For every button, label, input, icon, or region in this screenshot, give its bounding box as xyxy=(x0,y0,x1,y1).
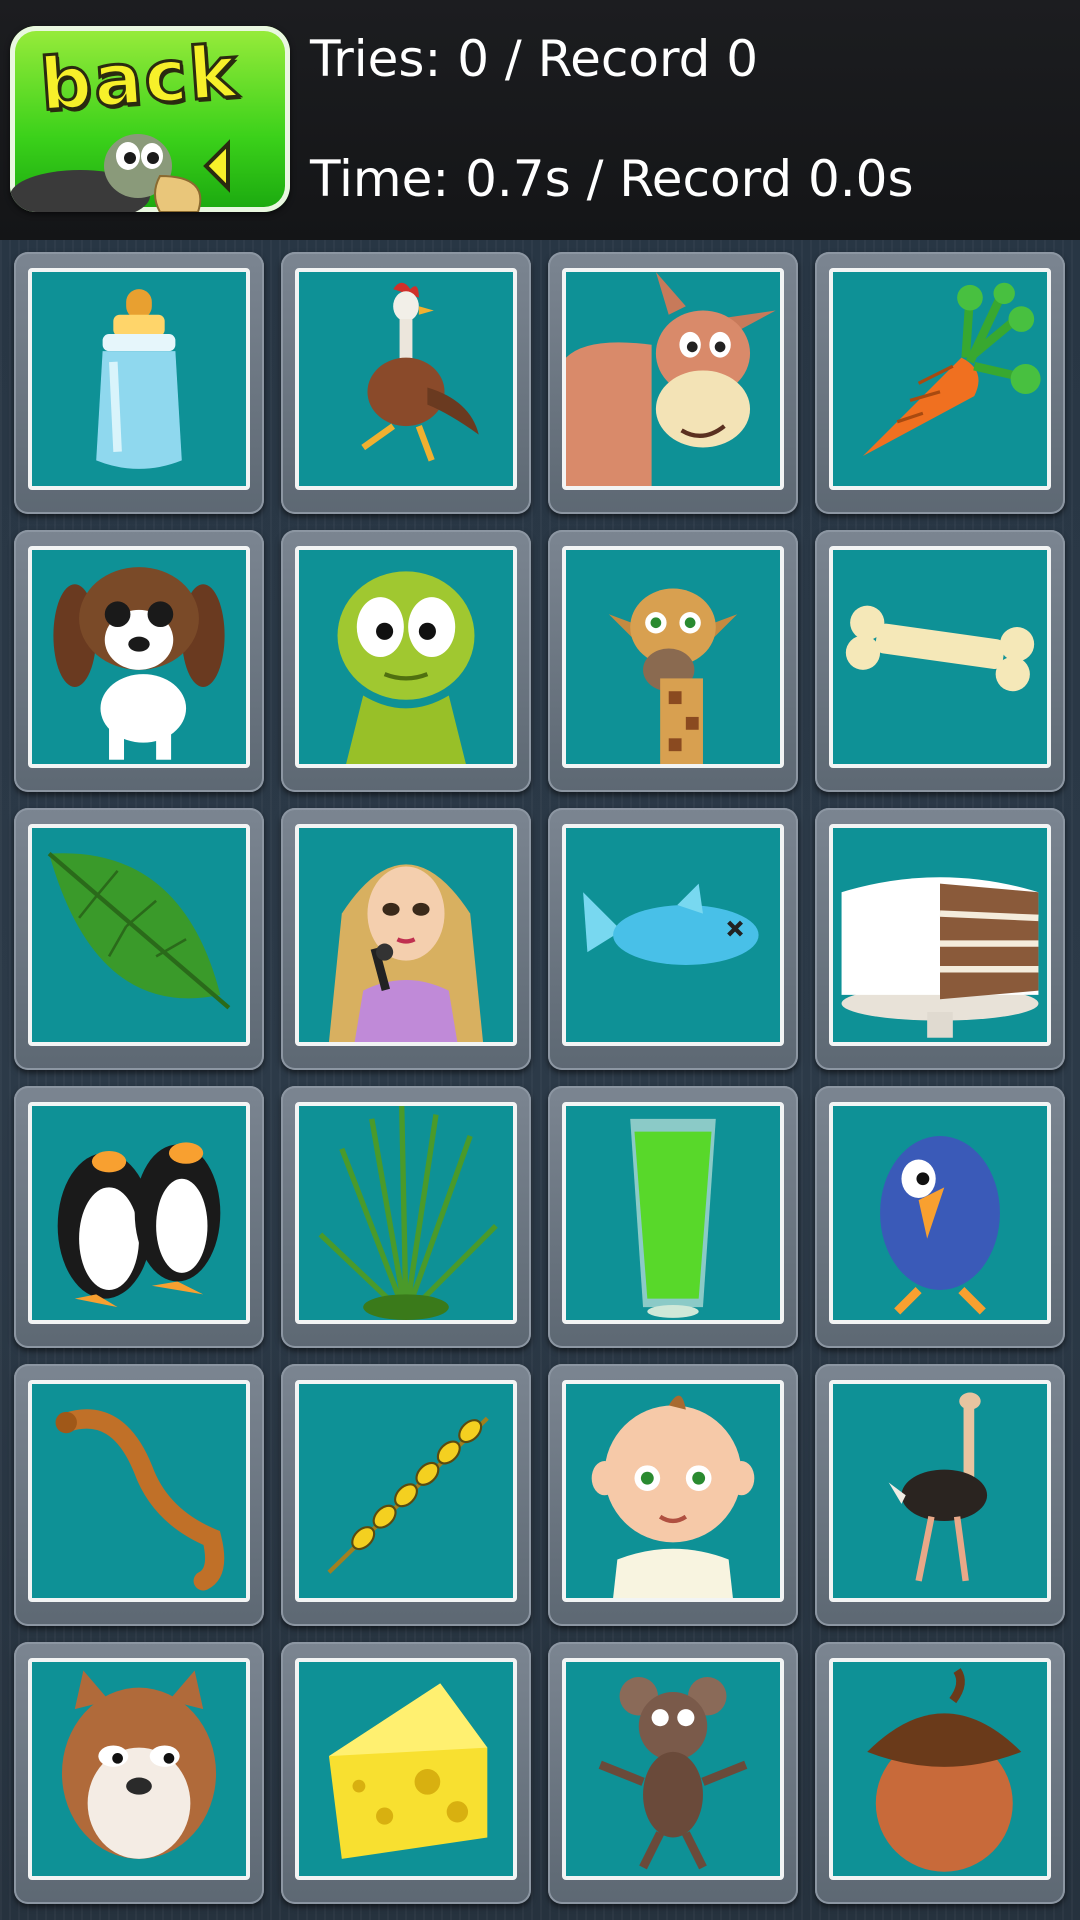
cake-icon xyxy=(841,877,1039,1038)
card-worm[interactable] xyxy=(14,1364,264,1626)
card-grass[interactable] xyxy=(281,1086,531,1348)
penguins-icon xyxy=(57,1142,221,1308)
card-ostrich[interactable] xyxy=(815,1364,1065,1626)
top-bar: back Tries: 0 / Record 0 Time: 0.7s / Re… xyxy=(0,0,1080,240)
card-fairy-singer[interactable] xyxy=(281,808,531,1070)
donkey-icon xyxy=(566,272,776,486)
baby-icon xyxy=(591,1395,755,1598)
puppy-icon xyxy=(53,567,225,760)
fish-icon xyxy=(583,883,759,965)
card-frog[interactable] xyxy=(281,530,531,792)
worm-icon xyxy=(55,1409,225,1591)
acorn-icon xyxy=(867,1668,1022,1872)
rooster-icon xyxy=(361,282,479,462)
card-donkey[interactable] xyxy=(548,252,798,514)
mouse-icon xyxy=(598,1676,748,1870)
carrot-icon xyxy=(862,282,1041,457)
card-cake[interactable] xyxy=(815,808,1065,1070)
card-puppy[interactable] xyxy=(14,530,264,792)
card-bone[interactable] xyxy=(815,530,1065,792)
card-grid xyxy=(0,240,1080,1920)
card-squirrel[interactable] xyxy=(14,1642,264,1904)
back-button[interactable]: back xyxy=(10,26,290,212)
card-acorn[interactable] xyxy=(815,1642,1065,1904)
card-carrot[interactable] xyxy=(815,252,1065,514)
bone-icon xyxy=(845,605,1035,692)
card-green-drink[interactable] xyxy=(548,1086,798,1348)
green-drink-icon xyxy=(630,1118,716,1318)
back-label: back xyxy=(36,28,243,129)
ostrich-icon xyxy=(888,1392,988,1582)
tries-counter: Tries: 0 / Record 0 xyxy=(310,30,759,88)
card-leaf[interactable] xyxy=(14,808,264,1070)
frog-icon xyxy=(337,571,475,764)
giraffe-icon xyxy=(608,588,738,764)
card-baby-bottle[interactable] xyxy=(14,252,264,514)
baby-bottle-icon xyxy=(96,289,182,469)
card-blue-bird[interactable] xyxy=(815,1086,1065,1348)
card-mouse[interactable] xyxy=(548,1642,798,1904)
card-baby[interactable] xyxy=(548,1364,798,1626)
time-counter: Time: 0.7s / Record 0.0s xyxy=(310,150,914,208)
card-fish[interactable] xyxy=(548,808,798,1070)
card-wheat[interactable] xyxy=(281,1364,531,1626)
card-giraffe[interactable] xyxy=(548,530,798,792)
leaf-icon xyxy=(47,852,231,1010)
fairy-singer-icon xyxy=(328,864,484,1042)
cheese-icon xyxy=(328,1683,488,1859)
card-rooster[interactable] xyxy=(281,252,531,514)
grass-icon xyxy=(318,1106,498,1320)
blue-bird-icon xyxy=(880,1135,1000,1315)
squirrel-icon xyxy=(61,1670,217,1859)
wheat-icon xyxy=(327,1416,489,1574)
card-cheese[interactable] xyxy=(281,1642,531,1904)
card-penguins[interactable] xyxy=(14,1086,264,1348)
